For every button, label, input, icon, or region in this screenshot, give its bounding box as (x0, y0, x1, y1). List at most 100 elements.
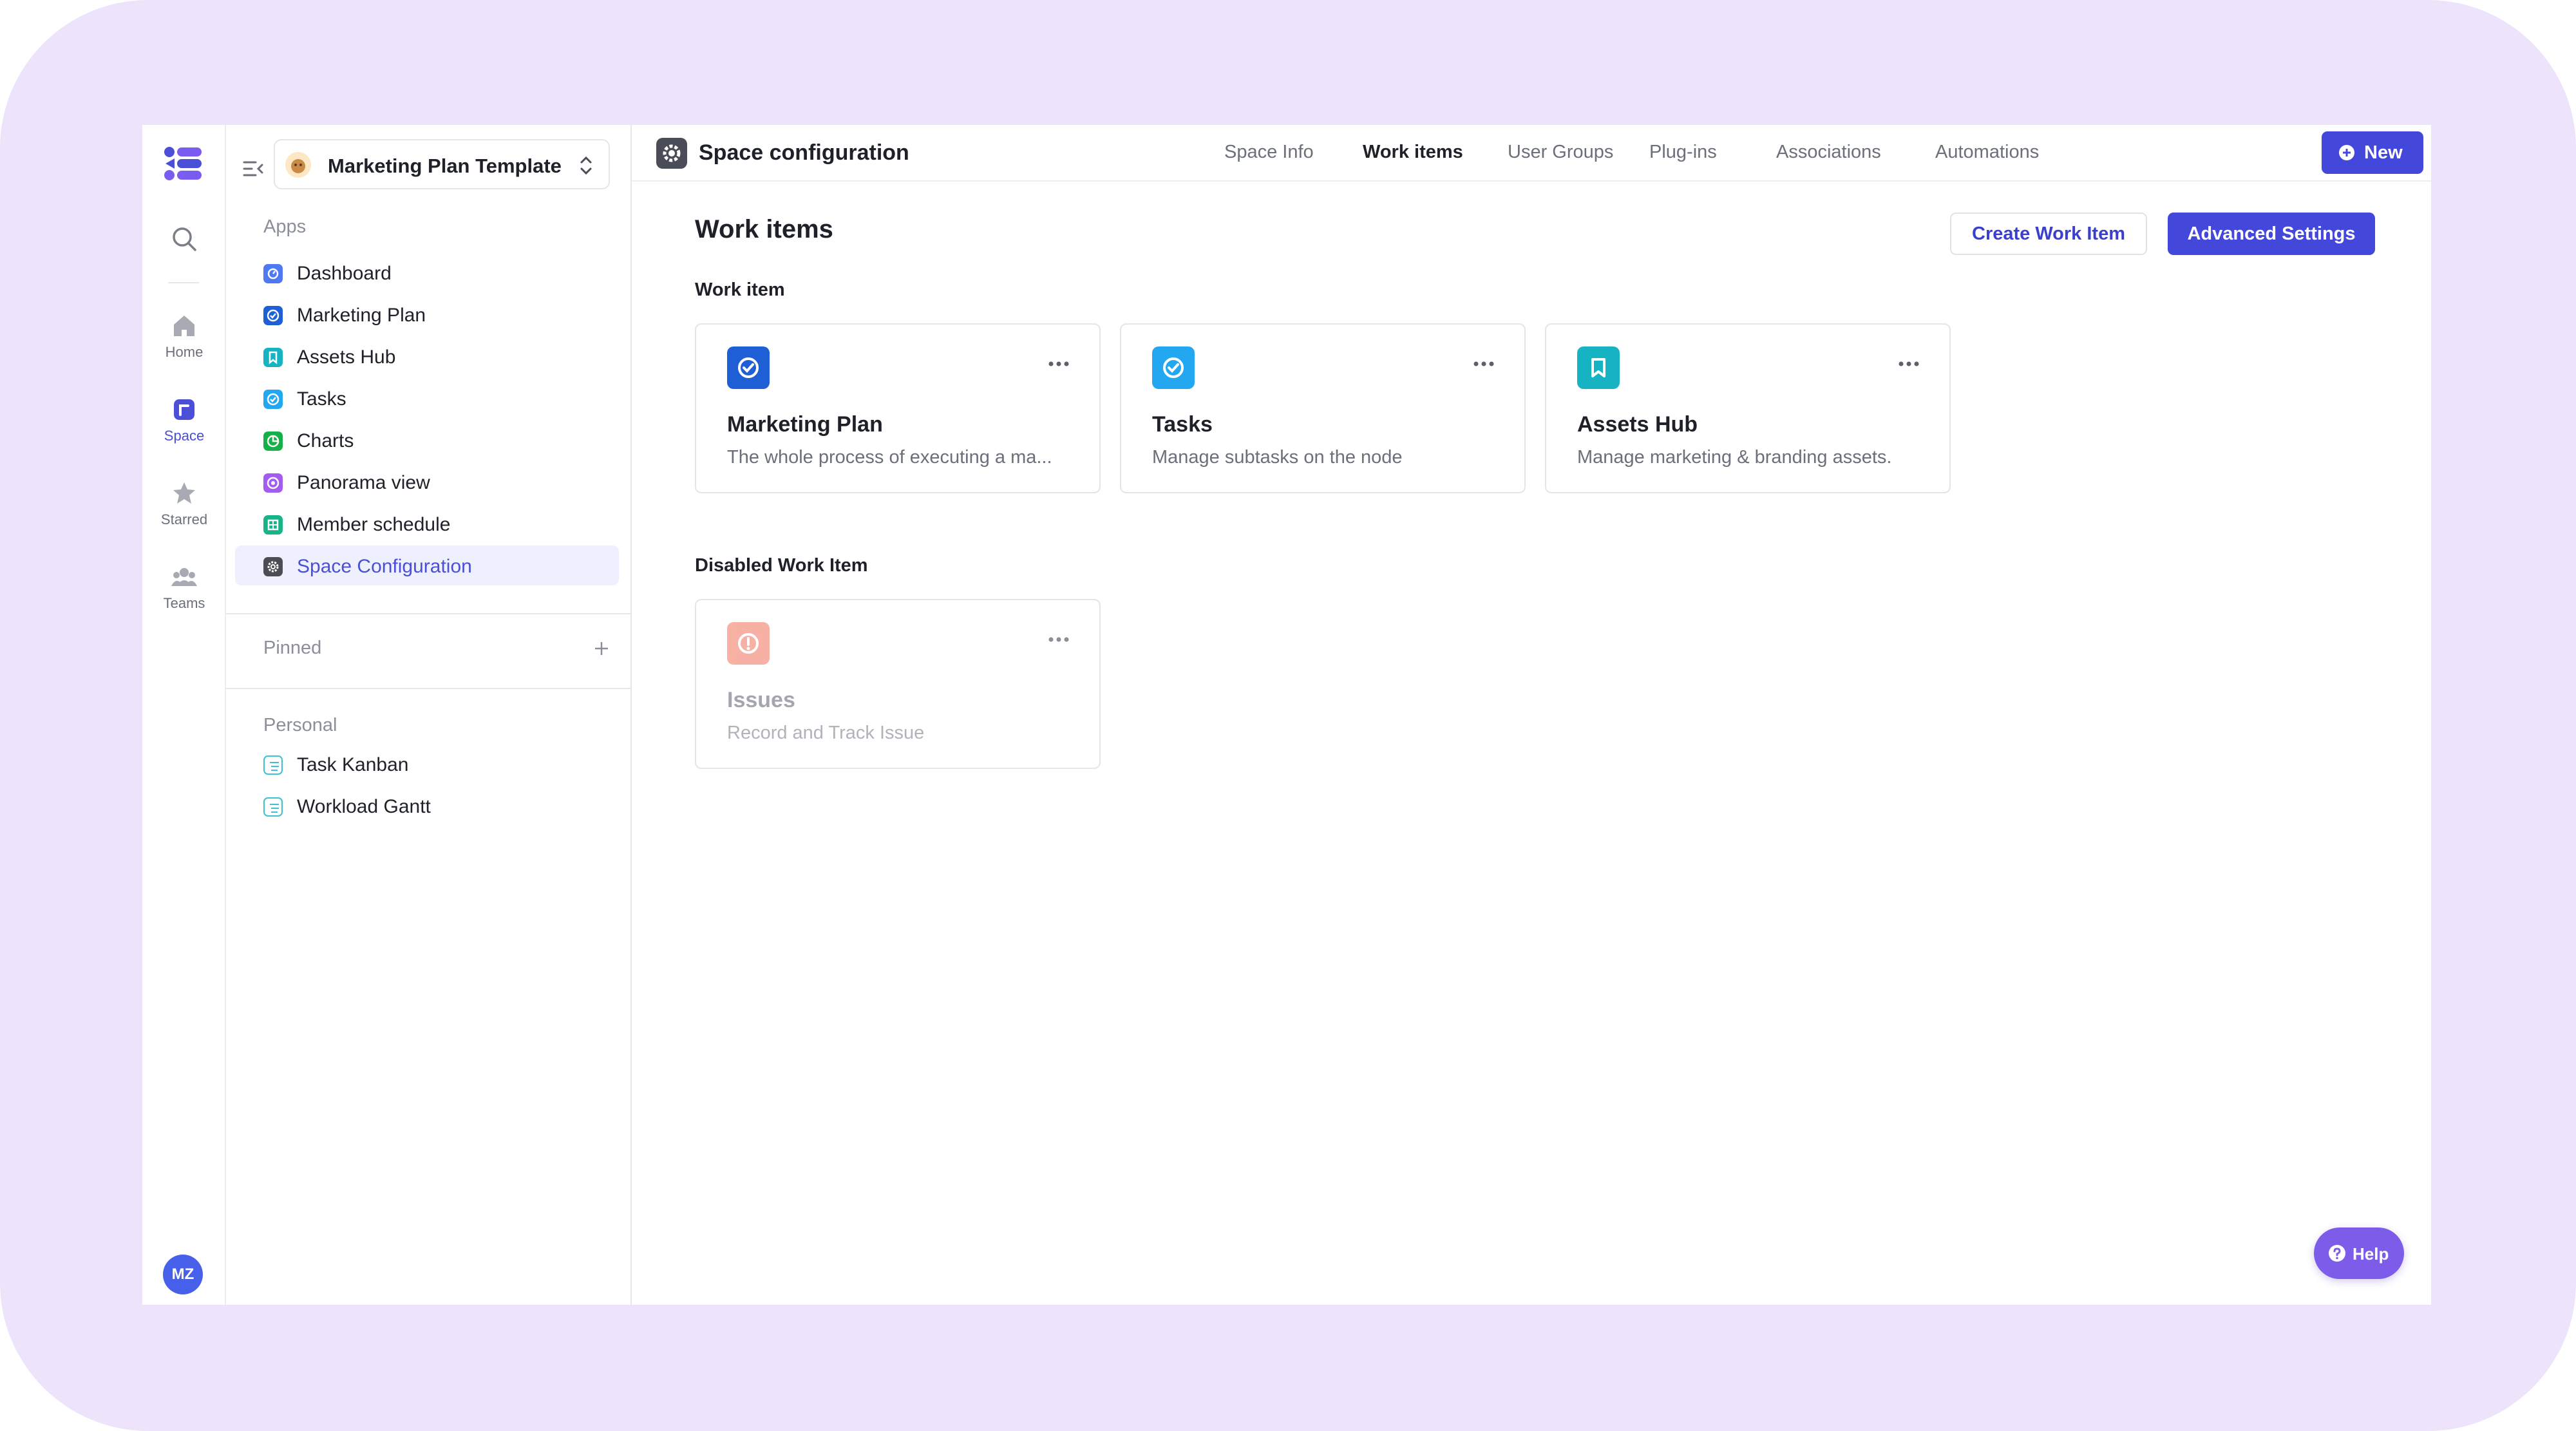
search-icon[interactable] (171, 225, 198, 252)
tab-plug-ins[interactable]: Plug-ins (1649, 142, 1717, 163)
tab-space-info[interactable]: Space Info (1224, 142, 1314, 163)
app-logo-icon[interactable] (163, 144, 204, 183)
personal-section-title: Personal (263, 715, 337, 735)
card-title: Tasks (1152, 412, 1213, 437)
card-title: Assets Hub (1577, 412, 1698, 437)
sidebar-divider (226, 613, 632, 614)
new-button[interactable]: New (2322, 131, 2423, 174)
sidebar-item-label: Charts (297, 430, 354, 451)
tab-associations[interactable]: Associations (1776, 142, 1881, 163)
bookmark-icon (1577, 346, 1620, 389)
check-circle-icon (1152, 346, 1195, 389)
app-window: Home Space Starred Teams MZ Marketing Pl… (142, 125, 2431, 1305)
pinned-section-title: Pinned (263, 638, 322, 658)
sidebar-item-dashboard[interactable]: Dashboard (235, 252, 619, 292)
check-circle-icon (727, 346, 770, 389)
work-item-card-marketing-plan[interactable]: Marketing Plan The whole process of exec… (695, 323, 1101, 493)
list-view-icon (263, 797, 283, 817)
background-frame: Home Space Starred Teams MZ Marketing Pl… (0, 0, 2576, 1431)
more-options-icon[interactable] (1473, 361, 1495, 367)
rail-item-label: Home (165, 344, 204, 360)
work-item-card-assets-hub[interactable]: Assets Hub Manage marketing & branding a… (1545, 323, 1951, 493)
advanced-settings-button[interactable]: Advanced Settings (2168, 213, 2375, 255)
alert-circle-icon (727, 622, 770, 665)
add-pinned-plus-icon[interactable] (593, 640, 610, 657)
tab-work-items[interactable]: Work items (1363, 142, 1463, 163)
dashboard-icon (263, 264, 283, 283)
sidebar-item-workload-gantt[interactable]: Workload Gantt (235, 786, 619, 826)
help-button[interactable]: Help (2314, 1227, 2404, 1279)
space-name: Marketing Plan Template (328, 155, 562, 177)
sidebar-item-charts[interactable]: Charts (235, 420, 619, 460)
sidebar-item-label: Space Configuration (297, 556, 472, 577)
card-description: The whole process of executing a ma... (727, 447, 1052, 468)
list-view-icon (263, 755, 283, 775)
sidebar-item-task-kanban[interactable]: Task Kanban (235, 744, 619, 784)
more-options-icon[interactable] (1898, 361, 1920, 367)
rail-item-home[interactable]: Home (142, 313, 226, 384)
sidebar-item-label: Workload Gantt (297, 796, 431, 817)
sidebar-item-label: Tasks (297, 388, 346, 410)
section-title: Work items (695, 215, 833, 243)
rail-item-label: Space (164, 428, 205, 444)
card-description: Manage marketing & branding assets. (1577, 447, 1892, 468)
pie-chart-icon (263, 431, 283, 451)
star-icon (173, 482, 195, 504)
gear-icon (263, 557, 283, 576)
teams-icon (171, 568, 197, 586)
sidebar-item-tasks[interactable]: Tasks (235, 378, 619, 418)
plus-circle-icon (2339, 145, 2354, 160)
check-circle-icon (263, 390, 283, 409)
tab-user-groups[interactable]: User Groups (1508, 142, 1613, 163)
space-icon (174, 399, 194, 420)
sidebar-item-label: Member schedule (297, 514, 451, 535)
sidebar-item-label: Panorama view (297, 472, 430, 493)
main-content: Space configuration Space Info Work item… (632, 125, 2431, 1305)
sidebar-item-marketing-plan[interactable]: Marketing Plan (235, 294, 619, 334)
card-description: Record and Track Issue (727, 723, 925, 743)
sidebar-item-panorama-view[interactable]: Panorama view (235, 462, 619, 502)
sidebar-divider (226, 688, 632, 689)
bookmark-icon (263, 348, 283, 367)
rail-divider (168, 282, 199, 283)
apps-section-title: Apps (263, 216, 307, 237)
sidebar-item-label: Task Kanban (297, 754, 409, 775)
sidebar-item-space-configuration[interactable]: Space Configuration (235, 545, 619, 585)
collapse-sidebar-icon[interactable] (242, 157, 265, 180)
sidebar-item-assets-hub[interactable]: Assets Hub (235, 336, 619, 376)
grid-icon (263, 515, 283, 535)
new-button-label: New (2364, 142, 2403, 163)
card-title: Marketing Plan (727, 412, 883, 437)
rail-item-space[interactable]: Space (142, 397, 226, 468)
sidebar-item-label: Marketing Plan (297, 305, 426, 326)
rail-item-label: Teams (163, 595, 205, 611)
chevron-updown-icon (580, 156, 592, 175)
page-title: Space configuration (699, 140, 909, 165)
space-avatar-icon (285, 152, 311, 178)
sidebar-item-label: Assets Hub (297, 346, 396, 368)
rail-item-label: Starred (160, 511, 208, 527)
more-options-icon[interactable] (1048, 636, 1070, 643)
card-title: Issues (727, 688, 795, 712)
sidebar-item-member-schedule[interactable]: Member schedule (235, 504, 619, 544)
space-selector[interactable]: Marketing Plan Template (274, 139, 610, 189)
work-item-card-issues[interactable]: Issues Record and Track Issue (695, 599, 1101, 769)
home-icon (174, 316, 194, 336)
help-button-label: Help (2353, 1244, 2389, 1264)
rail-item-teams[interactable]: Teams (142, 564, 226, 635)
settings-gear-icon (656, 138, 687, 169)
create-work-item-button[interactable]: Create Work Item (1950, 213, 2147, 255)
global-nav-rail: Home Space Starred Teams MZ (142, 125, 226, 1305)
space-sidebar: Marketing Plan Template Apps Dashboard M… (226, 125, 632, 1305)
work-item-card-tasks[interactable]: Tasks Manage subtasks on the node (1120, 323, 1526, 493)
more-options-icon[interactable] (1048, 361, 1070, 367)
user-avatar[interactable]: MZ (163, 1255, 203, 1294)
help-question-icon (2329, 1245, 2345, 1262)
rail-item-starred[interactable]: Starred (142, 480, 226, 551)
config-header: Space configuration Space Info Work item… (632, 125, 2431, 182)
sidebar-item-label: Dashboard (297, 263, 392, 284)
card-description: Manage subtasks on the node (1152, 447, 1403, 468)
panorama-icon (263, 473, 283, 493)
disabled-work-item-subtitle: Disabled Work Item (695, 555, 868, 576)
tab-automations[interactable]: Automations (1935, 142, 2039, 163)
